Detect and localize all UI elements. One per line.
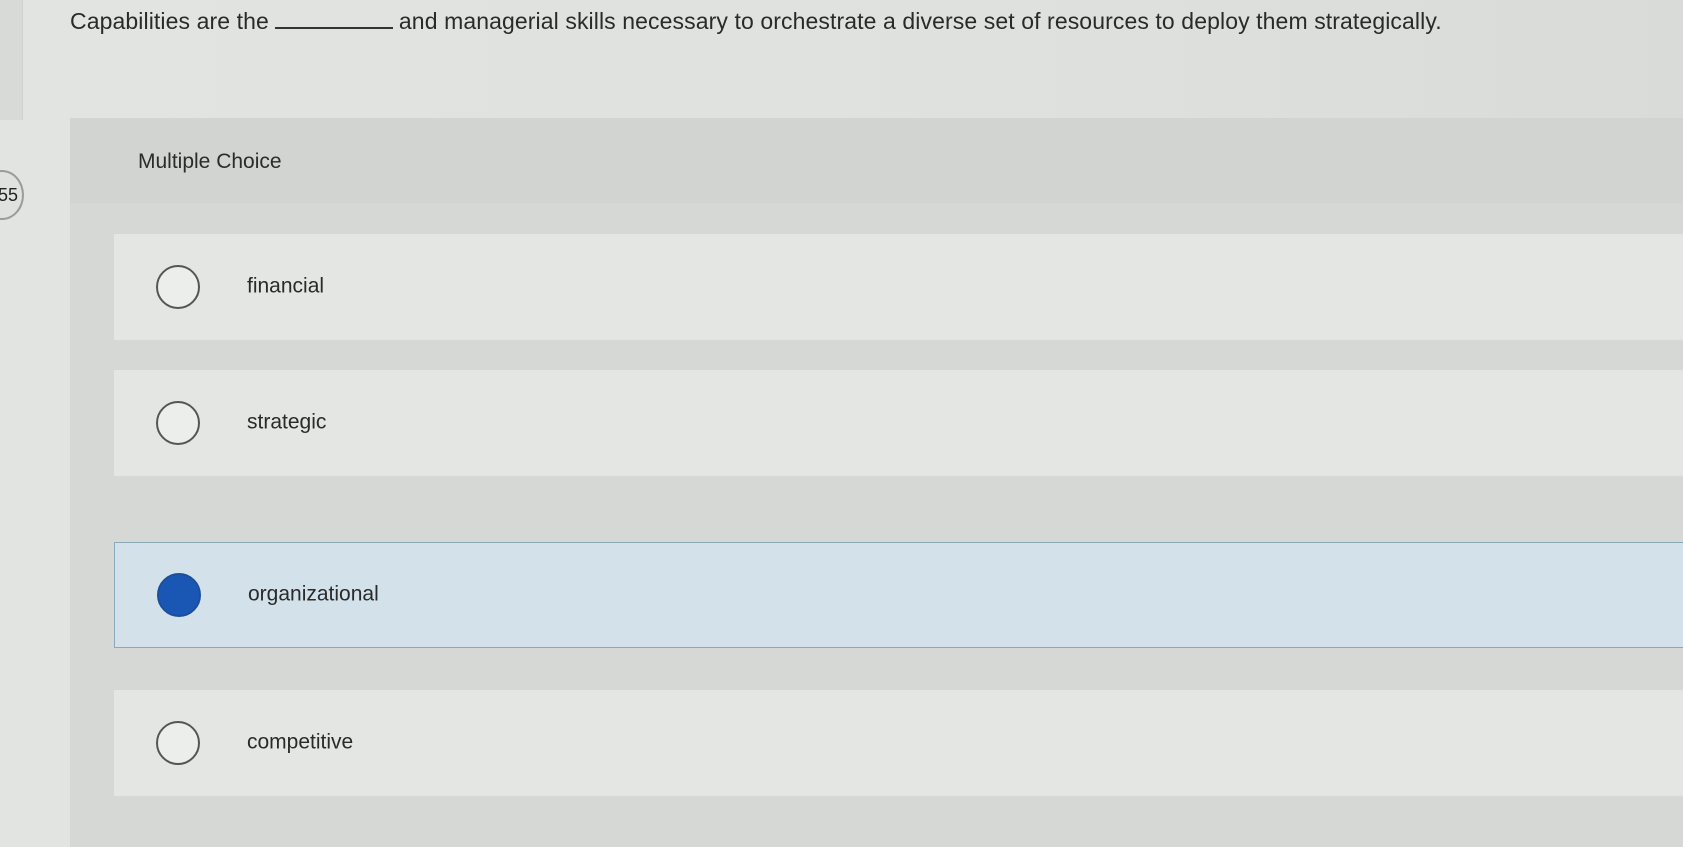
question-number-badge[interactable]: 55 bbox=[0, 170, 24, 220]
left-sidebar-edge bbox=[0, 0, 23, 120]
answer-panel-header bbox=[70, 118, 1683, 203]
option-label: competitive bbox=[247, 730, 354, 754]
question-text: Capabilities are the and managerial skill… bbox=[70, 8, 1442, 35]
quiz-page: 55 Capabilities are the and managerial sk… bbox=[0, 0, 1683, 847]
radio-button-selected-icon[interactable] bbox=[157, 573, 201, 617]
radio-button-icon[interactable] bbox=[156, 265, 200, 309]
radio-button-icon[interactable] bbox=[156, 721, 200, 765]
option-organizational[interactable]: organizational bbox=[114, 542, 1683, 648]
question-text-after: and managerial skills necessary to orche… bbox=[398, 8, 1442, 34]
question-type-label: Multiple Choice bbox=[138, 150, 282, 173]
fill-in-blank bbox=[274, 9, 393, 29]
question-text-before: Capabilities are the bbox=[70, 8, 269, 34]
option-label: strategic bbox=[247, 410, 327, 434]
radio-button-icon[interactable] bbox=[156, 401, 200, 445]
option-label: financial bbox=[247, 274, 325, 298]
option-label: organizational bbox=[248, 582, 379, 606]
option-strategic[interactable]: strategic bbox=[114, 370, 1683, 476]
option-competitive[interactable]: competitive bbox=[114, 690, 1683, 796]
question-number: 55 bbox=[0, 184, 18, 205]
option-financial[interactable]: financial bbox=[114, 234, 1683, 340]
